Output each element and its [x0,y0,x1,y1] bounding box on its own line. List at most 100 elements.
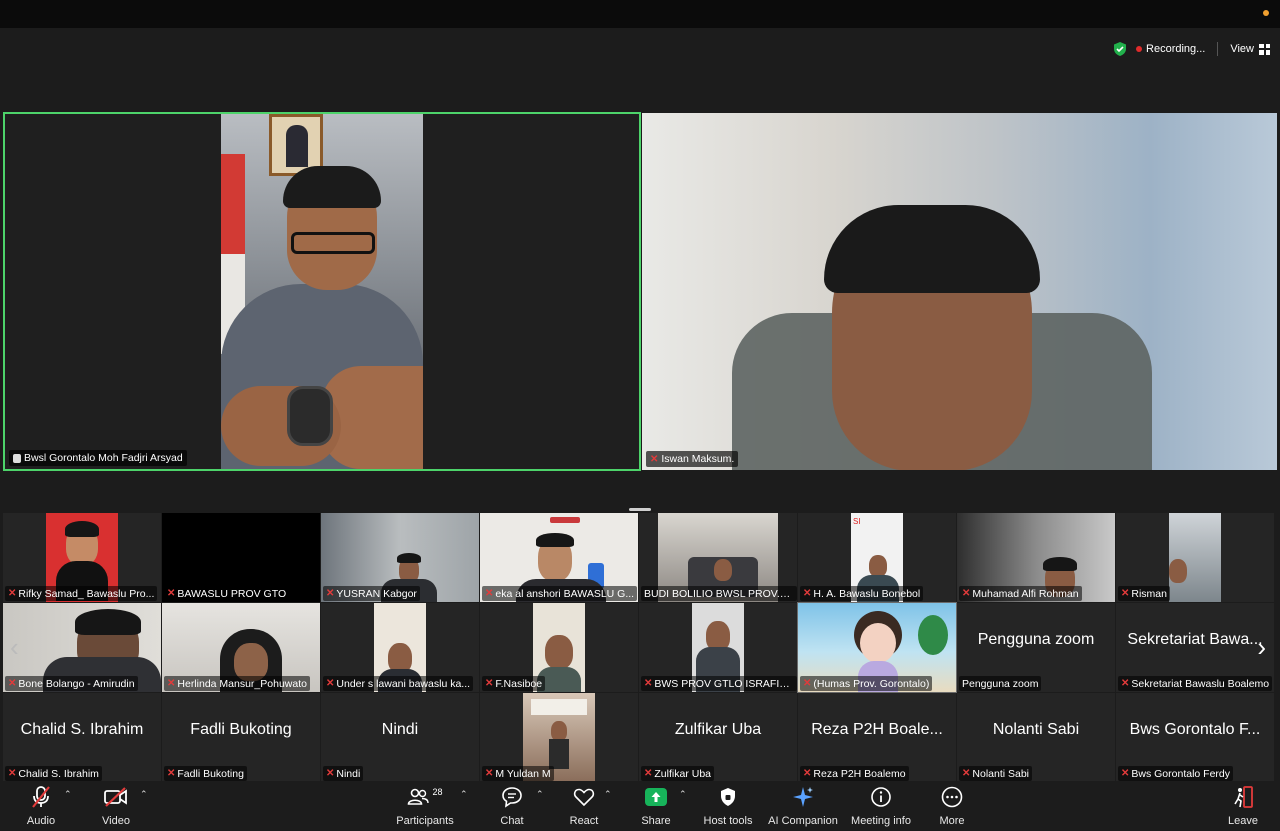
participant-tile[interactable]: ✕ eka al anshori BAWASLU G... [480,513,638,602]
speaker-tile[interactable]: ✕ Iswan Maksum. [642,113,1277,470]
participant-tile[interactable]: ✕ Under s lawani bawaslu ka... [321,603,479,692]
leave-button[interactable]: Leave [1226,785,1260,827]
participant-display-name: Fadli Bukoting [190,721,292,738]
participant-tile[interactable]: ✕ M Yuldan M [480,693,638,782]
mic-muted-icon: ✕ [8,678,17,689]
participant-name-label: ✕ eka al anshori BAWASLU G... [482,586,638,601]
participant-display-name: Bws Gorontalo F... [1129,721,1261,738]
participant-name-label: ✕ Herlinda Mansur_Pohuwato [164,676,310,691]
participant-tile[interactable]: Nolanti Sabi ✕ Nolanti Sabi [957,693,1115,782]
participant-tile[interactable]: Chalid S. Ibrahim ✕ Chalid S. Ibrahim [3,693,161,782]
participant-tile[interactable]: Reza P2H Boale... ✕ Reza P2H Boalemo [798,693,956,782]
host-tools-button[interactable]: Host tools [700,785,756,827]
meeting-status-bar: Recording... View [1112,38,1270,60]
share-screen-icon [645,788,667,806]
participant-name-label: ✕ Under s lawani bawaslu ka... [323,676,474,691]
participant-tile[interactable]: Fadli Bukoting ✕ Fadli Bukoting [162,693,320,782]
microphone-muted-icon [32,786,50,808]
mic-muted-icon: ✕ [485,678,494,689]
share-options-chevron-up-icon[interactable]: ⌃ [679,789,687,800]
chat-bubble-icon [502,787,522,808]
participants-button[interactable]: 28 Participants [395,785,455,827]
leave-door-icon [1234,786,1253,808]
ai-companion-button[interactable]: AI Companion [766,785,840,827]
participant-tile[interactable]: ✕ Rifky Samad_ Bawaslu Pro... [3,513,161,602]
mic-muted-icon: ✕ [485,588,494,599]
participant-tile[interactable]: ✕ YUSRAN Kabgor [321,513,479,602]
speaker-tile-active[interactable]: Bwsl Gorontalo Moh Fadjri Arsyad [3,112,641,471]
participants-icon [408,788,430,805]
participant-tile[interactable]: ✕ Risman [1116,513,1274,602]
status-divider [1217,42,1219,56]
participant-display-name: Nindi [381,721,419,738]
video-button[interactable]: Video [98,785,134,827]
participants-label: Participants [396,815,454,827]
participant-name-label: ✕ BAWASLU PROV GTO [164,586,290,601]
meeting-info-button[interactable]: Meeting info [848,785,914,827]
speaker-hair [824,205,1040,293]
ai-companion-label: AI Companion [768,815,838,827]
speaker-watch [287,386,333,446]
participant-tile[interactable]: Nindi ✕ Nindi [321,693,479,782]
gallery-resize-handle[interactable] [629,508,651,511]
participant-count: 28 [432,787,443,797]
heart-icon [573,788,595,807]
participant-name-label: ✕ Reza P2H Boalemo [800,766,909,781]
participant-name-label: ✕ Nolanti Sabi [959,766,1033,781]
mic-muted-icon: ✕ [644,678,653,689]
participant-tile[interactable]: Bws Gorontalo F... ✕ Bws Gorontalo Ferdy [1116,693,1274,782]
audio-label: Audio [26,815,56,827]
participant-photo [1169,513,1221,602]
participant-tile[interactable]: Zulfikar Uba ✕ Zulfikar Uba [639,693,797,782]
recording-dot-icon [1136,46,1143,52]
participant-tile[interactable]: Pengguna zoom Pengguna zoom [957,603,1115,692]
participant-display-name: Zulfikar Uba [674,721,762,738]
participant-name-label: ✕ Bone Bolango - Amirudin [5,676,138,691]
participants-options-chevron-up-icon[interactable]: ⌃ [460,789,468,800]
mic-muted-icon: ✕ [8,768,17,779]
react-button[interactable]: React [568,785,600,827]
participant-display-name: Sekretariat Bawa... [1127,631,1263,648]
participant-name-label: ✕ YUSRAN Kabgor [323,586,420,601]
recording-indicator[interactable]: Recording... [1136,43,1205,55]
more-label: More [939,815,965,827]
mic-muted-icon: ✕ [644,768,653,779]
more-options-icon [941,786,963,808]
participant-tile[interactable]: BUDI BOLILIO BWSL PROV.G... [639,513,797,602]
speaker-name-label: ✕ Iswan Maksum. [646,451,739,467]
participant-tile[interactable]: ✕ Herlinda Mansur_Pohuwato [162,603,320,692]
participant-name-label: ✕ F.Nasiboe [482,676,546,691]
mic-muted-icon: ✕ [803,768,812,779]
more-button[interactable]: More [936,785,968,827]
speaker-video [642,113,1277,470]
share-button[interactable]: Share [640,785,672,827]
participant-tile[interactable]: SI ✕ H. A. Bawaslu Bonebol [798,513,956,602]
host-tools-label: Host tools [703,815,753,827]
audio-button[interactable]: Audio [24,785,58,827]
video-options-chevron-up-icon[interactable]: ⌃ [140,789,148,800]
participant-display-name: Chalid S. Ibrahim [20,721,144,738]
chat-button[interactable]: Chat [497,785,527,827]
participant-tile[interactable]: ✕ BWS PROV GTLO ISRAFIEL... [639,603,797,692]
participant-tile[interactable]: Sekretariat Bawa... ✕ Sekretariat Bawaslu… [1116,603,1274,692]
audio-options-chevron-up-icon[interactable]: ⌃ [64,789,72,800]
participant-name-label: ✕ M Yuldan M [482,766,554,781]
chat-options-chevron-up-icon[interactable]: ⌃ [536,789,544,800]
mic-muted-icon: ✕ [1121,588,1130,599]
participant-tile[interactable]: ✕ F.Nasiboe [480,603,638,692]
participant-name-label: ✕ Nindi [323,766,364,781]
speaker-hair [283,166,381,208]
participant-tile[interactable]: ✕ (Humas Prov. Gorontalo) [797,602,957,693]
mic-muted-icon: ✕ [8,588,17,599]
encryption-shield-icon[interactable] [1112,41,1128,57]
participant-tile[interactable]: ✕ Muhamad Alfi Rohman [957,513,1115,602]
participant-tile[interactable]: ✕ Bone Bolango - Amirudin [3,603,161,692]
react-options-chevron-up-icon[interactable]: ⌃ [604,789,612,800]
view-button[interactable]: View [1230,43,1270,55]
mic-muted-icon: ✕ [167,588,176,599]
previous-page-arrow-icon[interactable]: ‹ [10,632,19,663]
mic-muted-icon: ✕ [803,678,812,689]
participant-tile[interactable]: ✕ BAWASLU PROV GTO [162,513,320,602]
participant-name-label: ✕ Zulfikar Uba [641,766,714,781]
next-page-arrow-icon[interactable]: › [1257,632,1266,663]
